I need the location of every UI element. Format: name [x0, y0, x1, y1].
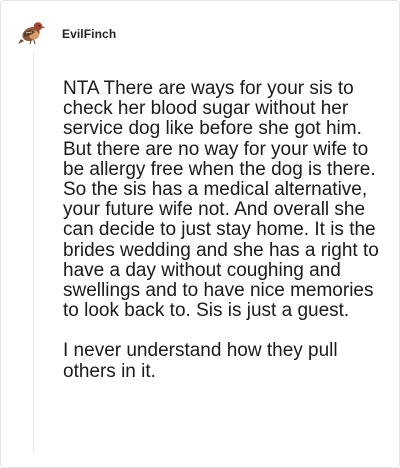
- comment-body: NTA There are ways for your sis to check…: [63, 78, 381, 402]
- finch-bird-icon[interactable]: [17, 17, 47, 47]
- thread-line[interactable]: [33, 53, 34, 453]
- comment-paragraph: I never understand how they pull others …: [63, 340, 338, 382]
- comment-card: EvilFinch NTA There are ways for your si…: [0, 0, 400, 468]
- username[interactable]: EvilFinch: [62, 27, 116, 41]
- comment-paragraph: NTA There are ways for your sis to check…: [63, 78, 379, 322]
